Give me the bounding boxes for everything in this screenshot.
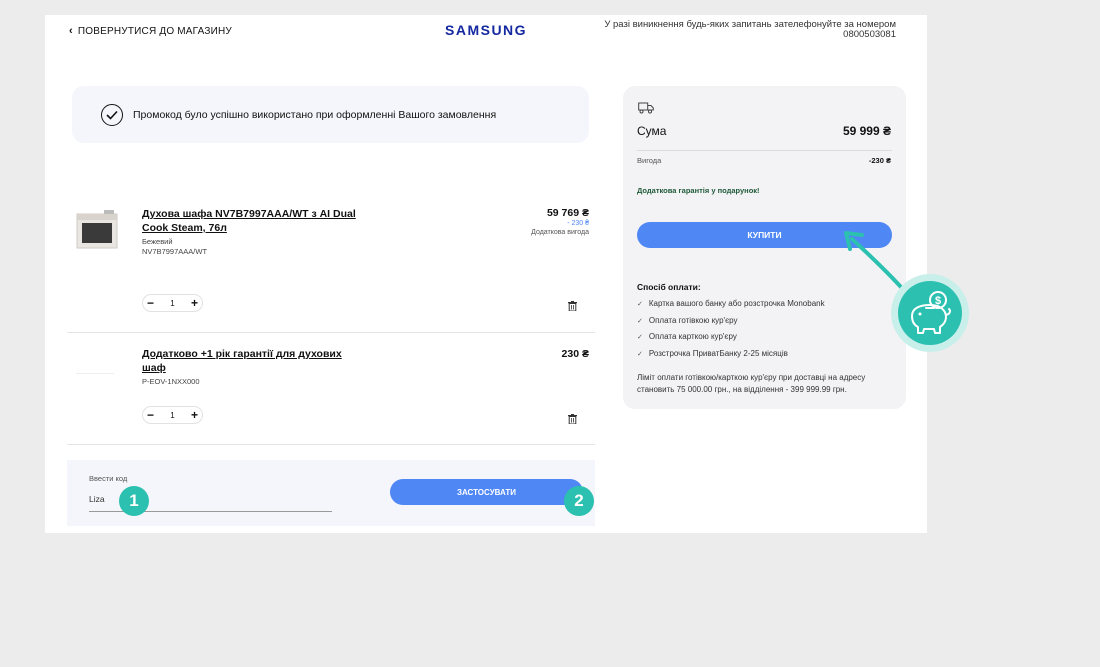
sum-value: 59 999 ₴ <box>842 124 891 138</box>
payment-option-label: Оплата готівкою кур'єру <box>648 316 738 325</box>
sum-label: Сума <box>637 124 667 138</box>
benefit-label: Вигода <box>637 156 662 165</box>
promo-success-text: Промокод було успішно використано при оф… <box>133 108 497 121</box>
check-icon: ✓ <box>637 317 643 325</box>
item-2-title-line2[interactable]: шаф <box>142 361 382 375</box>
hotline-info: У разі виникнення будь-яких запитань зат… <box>596 20 896 40</box>
chevron-left-icon: ‹ <box>69 25 73 37</box>
payment-option: ✓ Розстрочка ПриватБанку 2-25 місяців <box>637 349 788 358</box>
item-1-quantity[interactable]: 1 <box>170 299 174 308</box>
payment-option: ✓ Оплата готівкою кур'єру <box>637 316 738 325</box>
back-to-shop-link[interactable]: ‹ ПОВЕРНУТИСЯ ДО МАГАЗИНУ <box>69 25 232 37</box>
item-2-price: 230 ₴ <box>561 348 589 360</box>
warranty-thumbnail <box>76 373 114 374</box>
item-1-discount-label: Додаткова вигода <box>531 229 589 236</box>
item-1-delete-button[interactable] <box>568 298 577 316</box>
item-2-title[interactable]: Додатково +1 рік гарантії для духових ша… <box>142 347 382 375</box>
payment-option: ✓ Картка вашого банку або розстрочка Mon… <box>637 299 825 308</box>
item-1-price: 59 769 ₴ <box>546 207 589 219</box>
item-divider <box>67 332 595 333</box>
hotline-number: 0800503081 <box>843 29 896 40</box>
plus-button[interactable]: + <box>191 409 198 421</box>
item-2-delete-button[interactable] <box>568 411 577 429</box>
payment-option-label: Розстрочка ПриватБанку 2-25 місяців <box>648 349 788 358</box>
item-1-title[interactable]: Духова шафа NV7B7997AAA/WT з AI Dual Coo… <box>142 207 382 235</box>
check-circle-icon <box>101 103 123 126</box>
item-2-title-line1[interactable]: Додатково +1 рік гарантії для духових <box>142 347 382 361</box>
delivery-truck-icon <box>638 102 654 114</box>
oven-thumbnail[interactable] <box>74 208 120 254</box>
plus-button[interactable]: + <box>191 297 198 309</box>
summary-divider <box>637 150 892 151</box>
trash-icon <box>568 301 577 312</box>
promo-code-input[interactable]: Liza <box>89 494 105 504</box>
check-icon: ✓ <box>637 333 643 341</box>
apply-promo-button[interactable]: ЗАСТОСУВАТИ <box>390 479 583 505</box>
item-divider <box>67 444 595 445</box>
limit-line-2: становить 75 000.00 грн., на відділення … <box>637 385 847 394</box>
payment-limit-note: Ліміт оплати готівкою/карткою кур'єру пр… <box>637 372 897 396</box>
piggy-bank-icon: $ <box>898 281 962 345</box>
piggy-bank-badge: $ <box>891 274 969 352</box>
minus-button[interactable]: − <box>147 409 154 421</box>
payment-option-label: Оплата карткою кур'єру <box>648 332 737 341</box>
gift-note: Додаткова гарантія у подарунок! <box>637 186 760 195</box>
payment-option-label: Картка вашого банку або розстрочка Monob… <box>648 299 825 308</box>
item-1-title-line2[interactable]: Cook Steam, 76л <box>142 221 382 235</box>
benefit-value: -230 ₴ <box>868 156 891 165</box>
checkout-page: ‹ ПОВЕРНУТИСЯ ДО МАГАЗИНУ SAMSUNG У разі… <box>45 15 927 533</box>
item-2-sku: P-EOV-1NXX000 <box>142 377 200 386</box>
item-1-info: Духова шафа NV7B7997AAA/WT з AI Dual Coo… <box>142 207 382 257</box>
payment-title: Спосіб оплати: <box>637 282 701 292</box>
check-icon: ✓ <box>637 350 643 358</box>
samsung-logo[interactable]: SAMSUNG <box>445 22 527 38</box>
item-2-info: Додатково +1 рік гарантії для духових ша… <box>142 347 382 387</box>
item-2-quantity[interactable]: 1 <box>170 411 174 420</box>
step-badge-2: 2 <box>564 486 594 516</box>
item-1-quantity-stepper[interactable]: − 1 + <box>142 294 203 312</box>
minus-button[interactable]: − <box>147 297 154 309</box>
promo-success-banner: Промокод було успішно використано при оф… <box>72 86 589 143</box>
step-badge-1: 1 <box>119 486 149 516</box>
item-1-sku: NV7B7997AAA/WT <box>142 247 208 256</box>
limit-line-1: Ліміт оплати готівкою/карткою кур'єру пр… <box>637 373 866 382</box>
back-link-label: ПОВЕРНУТИСЯ ДО МАГАЗИНУ <box>77 25 232 37</box>
trash-icon <box>568 414 577 425</box>
item-2-quantity-stepper[interactable]: − 1 + <box>142 406 203 424</box>
item-1-discount: - 230 ₴ <box>567 220 589 227</box>
item-1-title-line1[interactable]: Духова шафа NV7B7997AAA/WT з AI Dual <box>142 207 382 221</box>
payment-option: ✓ Оплата карткою кур'єру <box>637 332 737 341</box>
item-1-color: Бежевий <box>142 237 173 246</box>
check-icon: ✓ <box>637 300 643 308</box>
promo-code-label: Ввести код <box>89 474 128 483</box>
